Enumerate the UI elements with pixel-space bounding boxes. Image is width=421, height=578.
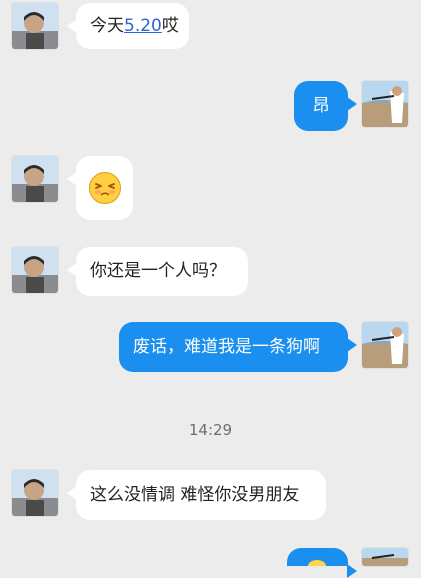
user-avatar[interactable] <box>362 322 408 368</box>
user-avatar[interactable] <box>362 81 408 127</box>
user-avatar-image <box>362 322 408 368</box>
contact-avatar-image <box>12 156 58 202</box>
message-text: 今天5.20哎 <box>90 16 179 36</box>
message-bubble-incoming[interactable]: 这么没情调 难怪你没男朋友 <box>67 470 326 520</box>
message-bubble-incoming[interactable]: 今天5.20哎 <box>67 3 189 49</box>
user-avatar-image <box>362 81 408 127</box>
emoji-container <box>76 156 133 220</box>
message-timestamp: 14:29 <box>188 421 233 439</box>
date-link[interactable]: 5.20 <box>124 16 162 36</box>
user-avatar[interactable] <box>362 548 408 566</box>
emoji-partial <box>308 560 326 566</box>
contact-avatar-image <box>12 3 58 49</box>
message-bubble-outgoing[interactable]: 昂 <box>294 81 357 131</box>
contact-avatar-image <box>12 470 58 516</box>
message-bubble-outgoing-partial[interactable] <box>287 548 357 578</box>
message-text: 废话，难道我是一条狗啊 <box>133 336 320 357</box>
chat-thread: 今天5.20哎 昂 你还是一个人吗？ 废话，难道我是一条狗啊 14:29 这么没… <box>0 0 421 578</box>
contact-avatar[interactable] <box>12 156 58 202</box>
contact-avatar[interactable] <box>12 3 58 49</box>
message-text: 你还是一个人吗？ <box>90 261 226 282</box>
message-text-part: 今天 <box>90 15 124 36</box>
message-text: 这么没情调 难怪你没男朋友 <box>90 484 300 505</box>
message-bubble-outgoing[interactable]: 废话，难道我是一条狗啊 <box>119 322 357 372</box>
contact-avatar[interactable] <box>12 247 58 293</box>
message-text: 昂 <box>312 95 330 116</box>
message-bubble-incoming[interactable]: 你还是一个人吗？ <box>67 247 248 296</box>
face-with-closed-eyes-emoji <box>88 172 121 204</box>
contact-avatar-image <box>12 247 58 293</box>
user-avatar-image <box>362 548 408 566</box>
message-bubble-incoming[interactable] <box>67 156 133 220</box>
message-text-part: 哎 <box>161 15 179 36</box>
contact-avatar[interactable] <box>12 470 58 516</box>
